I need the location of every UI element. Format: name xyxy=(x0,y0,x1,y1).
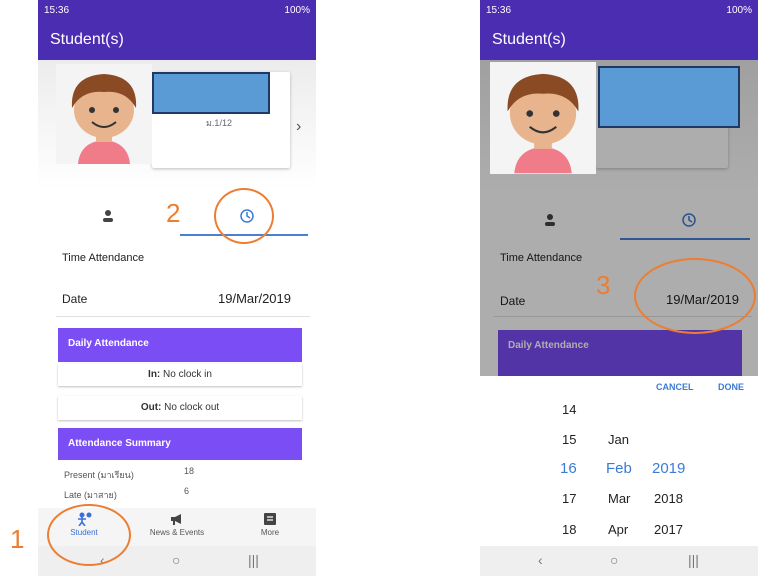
attendance-summary-title: Attendance Summary xyxy=(68,438,171,449)
picker-day[interactable]: 14 xyxy=(562,402,576,417)
clock-in-label: In: xyxy=(148,369,161,380)
recents-icon[interactable]: ||| xyxy=(248,552,259,568)
app-bar: Student(s) xyxy=(480,22,758,60)
summary-present-label: Present (มาเรียน) xyxy=(64,470,134,480)
app-bar: Student(s) xyxy=(38,22,316,60)
status-bar: 15:36 100% xyxy=(38,0,316,22)
step-number-2: 2 xyxy=(166,198,181,228)
home-icon[interactable]: ○ xyxy=(172,552,180,568)
nav-more[interactable]: More xyxy=(224,508,316,546)
date-label: Date xyxy=(62,292,88,306)
daily-attendance-title: Daily Attendance xyxy=(68,338,149,349)
summary-late-label: Late (มาสาย) xyxy=(64,490,117,500)
picker-day[interactable]: 17 xyxy=(562,491,576,506)
more-icon xyxy=(264,513,276,525)
attendance-summary-header: Attendance Summary xyxy=(58,428,302,460)
picker-day[interactable]: 15 xyxy=(562,432,576,447)
status-battery: 100% xyxy=(284,5,310,16)
redacted-name-box xyxy=(152,72,270,114)
app-title: Student(s) xyxy=(50,31,124,48)
clock-out-row: Out: No clock out xyxy=(58,396,302,420)
picker-day-selected[interactable]: 16 xyxy=(560,460,577,477)
clock-out-label: Out: xyxy=(140,402,162,413)
picker-month[interactable]: Jan xyxy=(608,432,629,447)
status-bar: 15:36 100% xyxy=(480,0,758,22)
status-time: 15:36 xyxy=(44,5,70,16)
person-icon xyxy=(102,210,113,222)
nav-news-label: News & Events xyxy=(149,528,205,537)
picker-month-selected[interactable]: Feb xyxy=(606,460,632,477)
redacted-name-box xyxy=(598,66,740,128)
picker-done-button[interactable]: DONE xyxy=(718,382,744,392)
megaphone-icon xyxy=(171,514,181,525)
clock-out-value: No clock out xyxy=(164,402,220,413)
time-attendance-label: Time Attendance xyxy=(62,252,145,264)
clock-in-value: No clock in xyxy=(163,369,212,380)
student-class: ม.1/12 xyxy=(206,118,232,128)
picker-month[interactable]: Apr xyxy=(608,522,628,537)
clock-in-row: In: No clock in xyxy=(58,364,302,386)
date-picker: CANCEL DONE 14 15 16 17 18 Jan Feb Mar A… xyxy=(480,376,758,546)
picker-year[interactable]: 2017 xyxy=(654,522,683,537)
home-icon[interactable]: ○ xyxy=(610,552,618,568)
daily-attendance-header: Daily Attendance xyxy=(58,328,302,362)
picker-cancel-button[interactable]: CANCEL xyxy=(656,382,694,392)
status-time: 15:36 xyxy=(486,5,512,16)
nav-news-events[interactable]: News & Events xyxy=(131,508,223,546)
picker-day[interactable]: 18 xyxy=(562,522,576,537)
highlight-circle-clock-tab xyxy=(214,188,274,244)
step-number-1: 1 xyxy=(10,524,25,554)
tab-profile[interactable] xyxy=(38,196,177,236)
summary-late-value: 6 xyxy=(184,486,190,496)
nav-more-label: More xyxy=(260,528,280,537)
highlight-circle-date xyxy=(634,258,756,334)
date-value[interactable]: 19/Mar/2019 xyxy=(218,291,291,306)
chevron-right-icon[interactable]: › xyxy=(296,118,301,136)
highlight-circle-student xyxy=(47,504,131,566)
student-avatar xyxy=(56,64,152,164)
picker-month[interactable]: Mar xyxy=(608,491,630,506)
divider xyxy=(56,316,310,317)
picker-year[interactable]: 2018 xyxy=(654,491,683,506)
back-icon[interactable]: ‹ xyxy=(538,552,543,568)
picker-year-selected[interactable]: 2019 xyxy=(652,460,685,477)
recents-icon[interactable]: ||| xyxy=(688,552,699,568)
app-title: Student(s) xyxy=(492,31,566,48)
system-navigation-bar: ‹ ○ ||| xyxy=(480,546,758,576)
step-number-3: 3 xyxy=(596,270,611,300)
status-battery: 100% xyxy=(726,5,752,16)
phone-screen-left: 15:36 100% Student(s) ม.1/12 › Time Atte… xyxy=(38,0,316,576)
student-avatar xyxy=(490,62,596,174)
summary-present-value: 18 xyxy=(184,466,195,476)
